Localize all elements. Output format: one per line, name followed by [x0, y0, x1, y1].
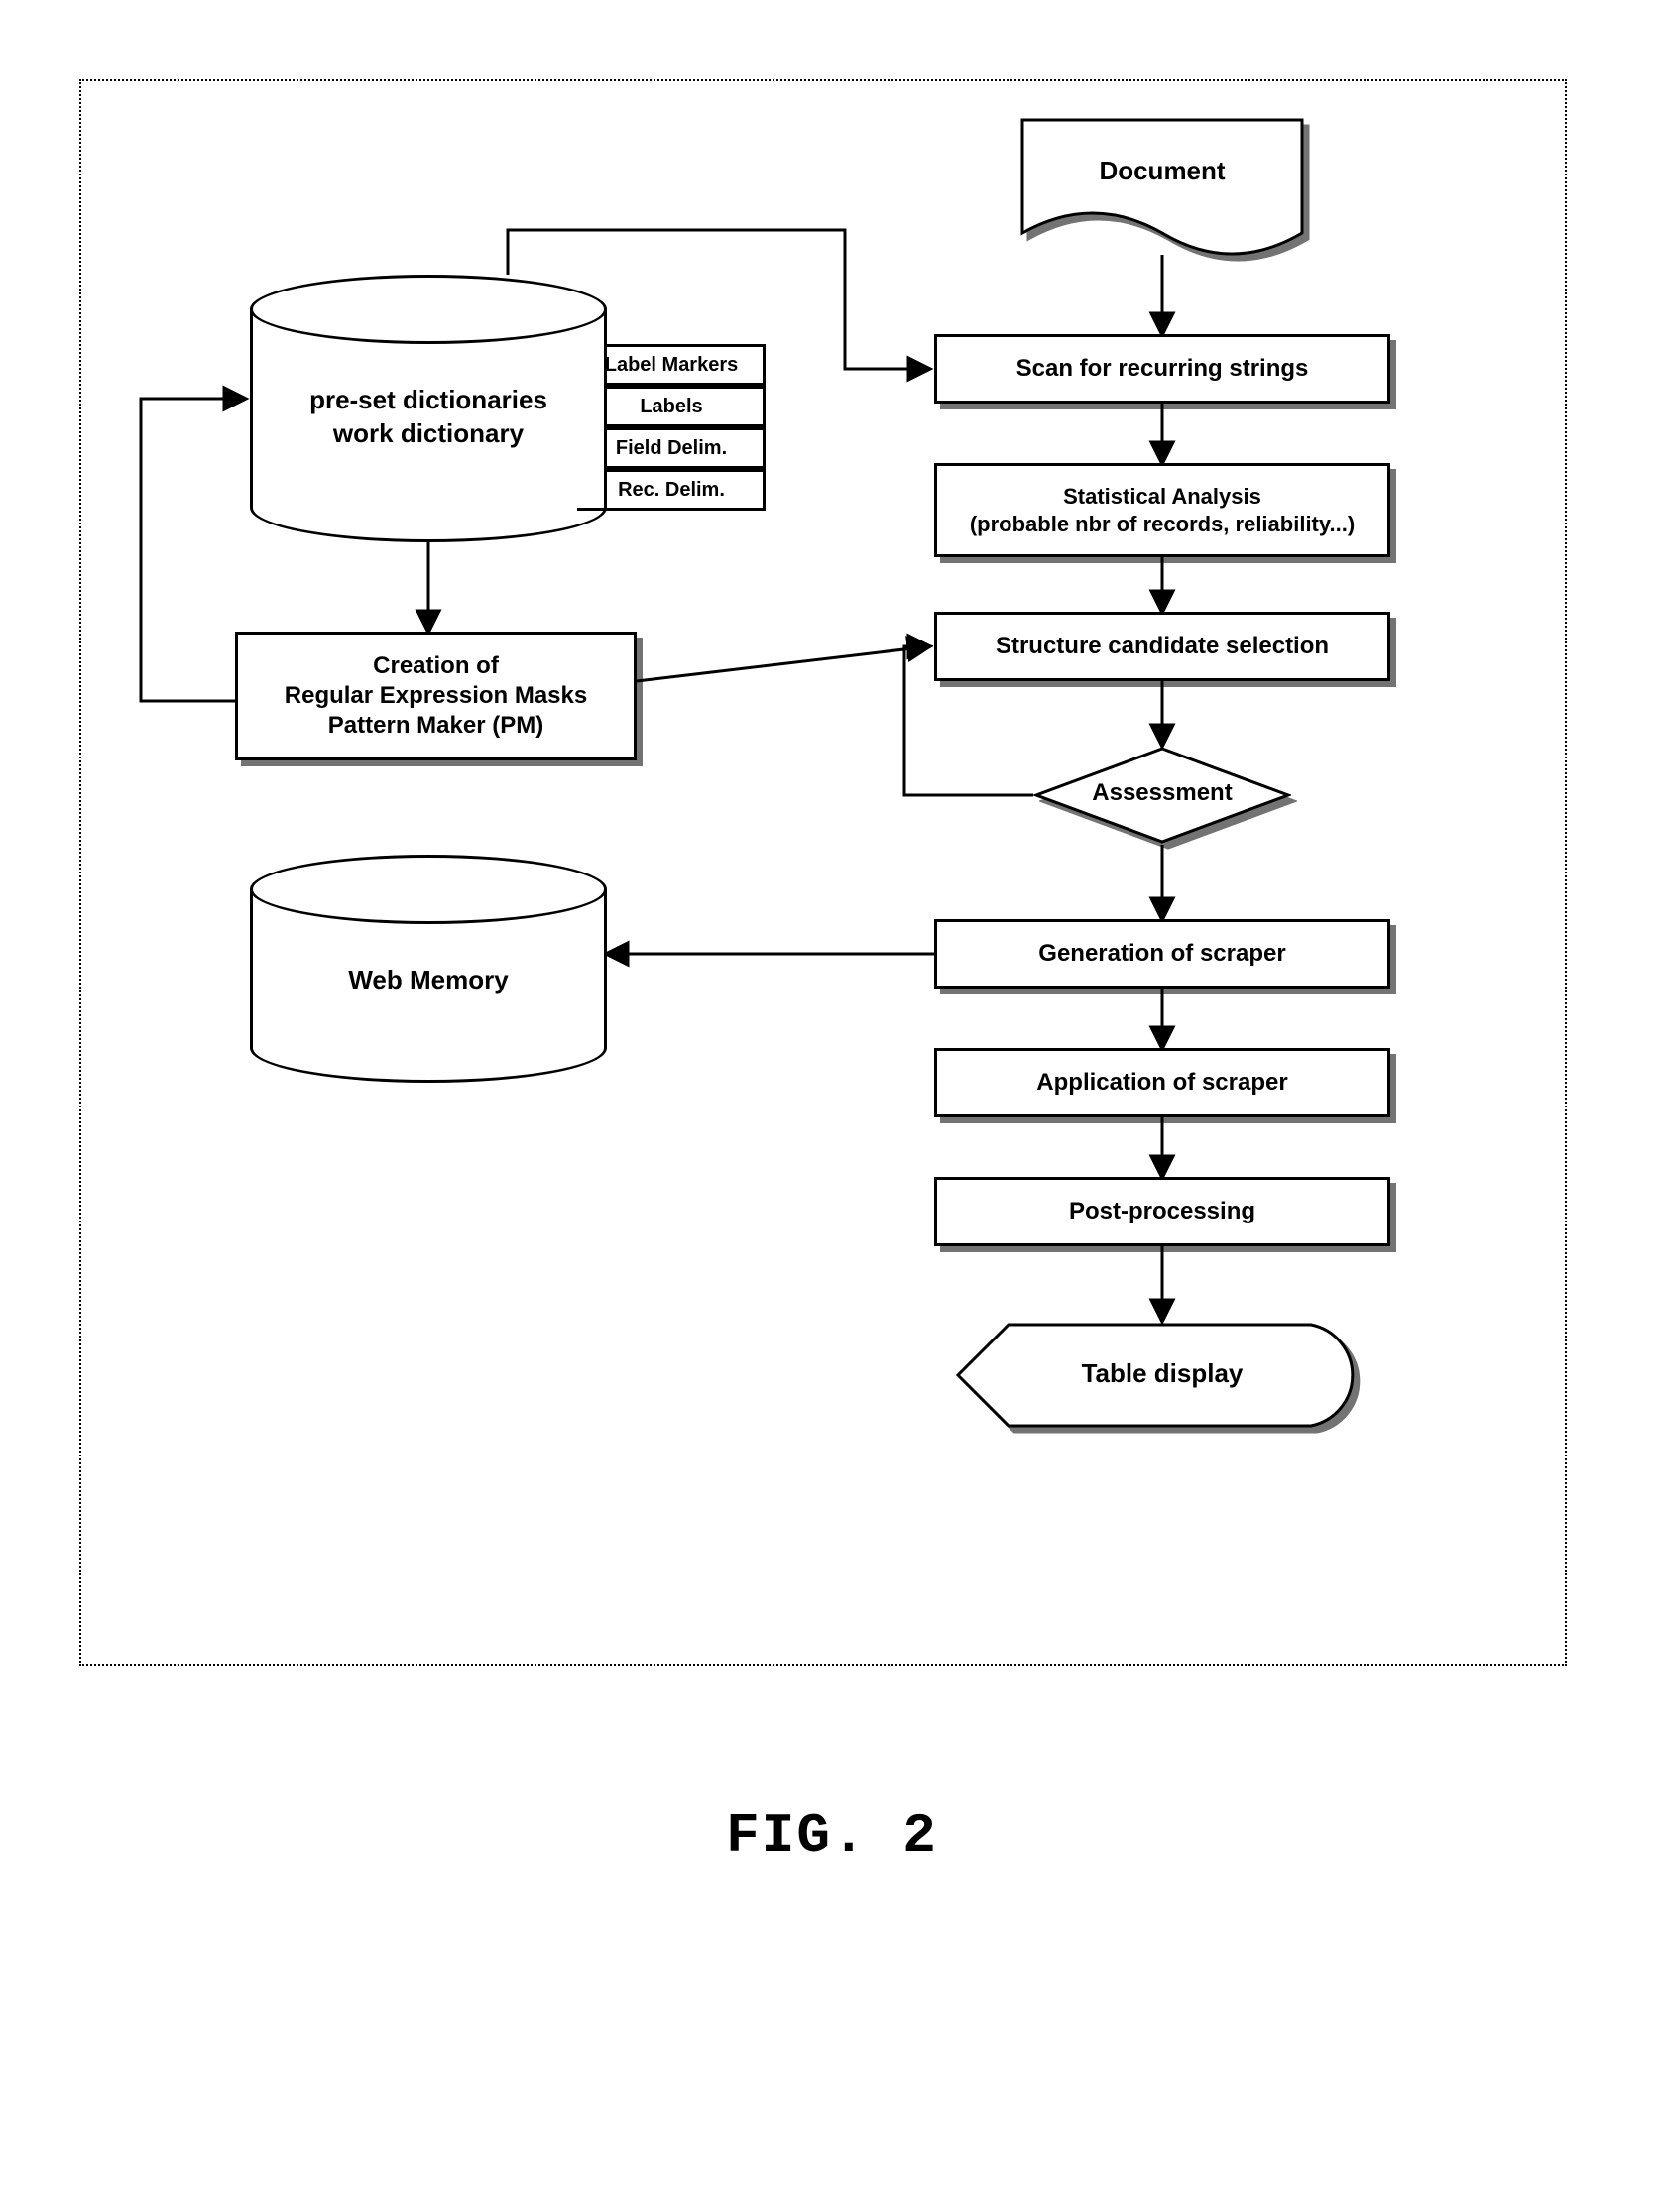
table-display-shape: Table display — [954, 1321, 1370, 1430]
dict-tag-field-delim-text: Field Delim. — [616, 437, 727, 460]
page: Document Scan for recurring strings Stat… — [0, 0, 1664, 2212]
dict-datastore: pre-set dictionaries work dictionary — [250, 275, 607, 542]
candidate-process: Structure candidate selection — [934, 612, 1390, 681]
pm-label: Creation of Regular Expression Masks Pat… — [285, 651, 587, 741]
stat-label: Statistical Analysis (probable nbr of re… — [970, 483, 1355, 537]
scan-process: Scan for recurring strings — [934, 334, 1390, 404]
web-memory-datastore: Web Memory — [250, 855, 607, 1083]
stat-process: Statistical Analysis (probable nbr of re… — [934, 463, 1390, 557]
dict-tag-rec-delim-text: Rec. Delim. — [618, 479, 725, 502]
assessment-label: Assessment — [1033, 779, 1291, 807]
dict-tag-labels-text: Labels — [640, 396, 702, 418]
diagram-frame: Document Scan for recurring strings Stat… — [79, 79, 1567, 1666]
apply-scraper-label: Application of scraper — [1036, 1068, 1287, 1098]
scan-label: Scan for recurring strings — [1016, 354, 1309, 384]
apply-scraper-process: Application of scraper — [934, 1048, 1390, 1117]
figure-caption: FIG. 2 — [0, 1805, 1664, 1868]
post-label: Post-processing — [1069, 1197, 1255, 1226]
assessment-decision: Assessment — [1033, 746, 1291, 845]
dict-label: pre-set dictionaries work dictionary — [250, 384, 607, 451]
gen-scraper-label: Generation of scraper — [1038, 939, 1285, 969]
document-shape: Document — [1018, 116, 1306, 265]
gen-scraper-process: Generation of scraper — [934, 919, 1390, 989]
pm-process: Creation of Regular Expression Masks Pat… — [235, 632, 637, 760]
post-process: Post-processing — [934, 1177, 1390, 1246]
document-label: Document — [1018, 156, 1306, 186]
web-memory-label: Web Memory — [250, 964, 607, 997]
candidate-label: Structure candidate selection — [996, 632, 1329, 661]
dict-tag-label-markers-text: Label Markers — [605, 354, 739, 377]
table-display-label: Table display — [954, 1358, 1370, 1389]
